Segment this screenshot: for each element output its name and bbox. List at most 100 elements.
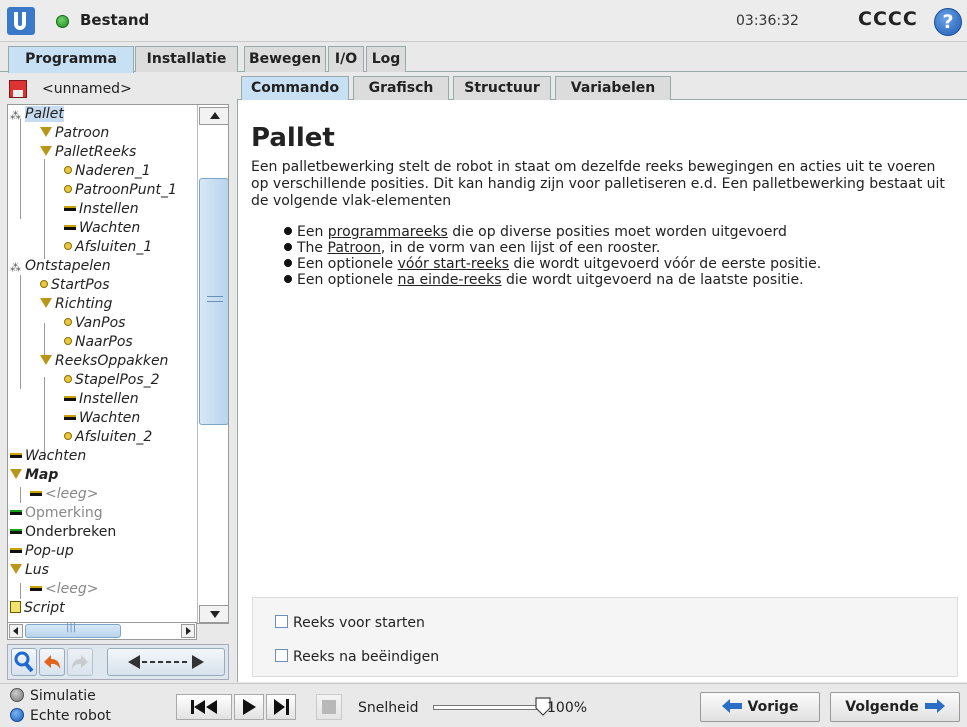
tree-node[interactable]: NaarPos bbox=[64, 333, 133, 352]
tree-node[interactable]: ⁂ Pallet bbox=[10, 105, 64, 124]
real-robot-radio[interactable] bbox=[10, 708, 24, 722]
tree-node[interactable]: Pop-up bbox=[10, 542, 74, 561]
tab-structuur[interactable]: Structuur bbox=[453, 76, 551, 100]
search-button[interactable] bbox=[11, 648, 37, 676]
list-item: The Patroon, in de vorm van een lijst of… bbox=[284, 240, 821, 256]
program-tree-panel: ⁂ Pallet Patroon PalletReeks Naderen_1 Pa… bbox=[7, 104, 229, 624]
scroll-down-button[interactable] bbox=[199, 605, 228, 623]
command-panel: Pallet Een palletbewerking stelt de robo… bbox=[237, 100, 967, 682]
after-end-link[interactable]: na einde-reeks bbox=[398, 272, 502, 288]
scroll-right-button[interactable] bbox=[181, 624, 195, 638]
program-tree[interactable]: ⁂ Pallet Patroon PalletReeks Naderen_1 Pa… bbox=[8, 105, 196, 623]
tab-variabelen[interactable]: Variabelen bbox=[555, 76, 671, 100]
stop-icon bbox=[322, 700, 336, 714]
tab-grafisch[interactable]: Grafisch bbox=[353, 76, 449, 100]
tree-node[interactable]: Patroon bbox=[40, 124, 109, 143]
help-button[interactable]: ? bbox=[934, 8, 962, 36]
tree-node[interactable]: Lus bbox=[10, 561, 49, 580]
after-end-option[interactable]: Reeks na beëindigen bbox=[275, 649, 439, 667]
tree-node[interactable]: Instellen bbox=[64, 200, 139, 219]
bullet-icon bbox=[284, 275, 292, 283]
tab-commando[interactable]: Commando bbox=[241, 76, 349, 100]
sequence-options: Reeks voor starten Reeks na beëindigen bbox=[252, 597, 958, 677]
redo-button[interactable] bbox=[67, 648, 93, 676]
after-end-checkbox[interactable] bbox=[275, 649, 288, 662]
page-title: Pallet bbox=[251, 123, 335, 153]
rewind-button[interactable] bbox=[176, 694, 232, 720]
tree-node[interactable]: Wachten bbox=[10, 447, 86, 466]
tree-node[interactable]: ReeksOppakken bbox=[40, 352, 168, 371]
move-arrows-icon bbox=[128, 655, 204, 669]
tree-node[interactable]: Naderen_1 bbox=[64, 162, 151, 181]
play-button[interactable] bbox=[234, 694, 264, 720]
step-button[interactable] bbox=[266, 694, 296, 720]
ur-logo-icon bbox=[7, 7, 35, 35]
scroll-left-button[interactable] bbox=[9, 624, 23, 638]
tree-node[interactable]: Instellen bbox=[64, 390, 139, 409]
waypoint-icon bbox=[40, 280, 48, 288]
tab-log[interactable]: Log bbox=[366, 46, 406, 72]
program-sequence-link[interactable]: programmareeks bbox=[328, 224, 448, 240]
waypoint-icon bbox=[64, 185, 72, 193]
tree-node[interactable]: <leeg> bbox=[30, 485, 98, 504]
undo-button[interactable] bbox=[39, 648, 65, 676]
scroll-thumb[interactable] bbox=[199, 178, 228, 425]
speed-slider[interactable] bbox=[433, 705, 543, 710]
tree-node[interactable]: VanPos bbox=[64, 314, 125, 333]
list-item: Een programmareeks die op diverse positi… bbox=[284, 224, 821, 240]
scroll-up-button[interactable] bbox=[199, 107, 228, 125]
halt-icon bbox=[10, 529, 22, 534]
popup-icon bbox=[10, 548, 22, 553]
tree-node[interactable]: Afsluiten_1 bbox=[64, 238, 152, 257]
stop-button[interactable] bbox=[316, 694, 342, 720]
tree-node[interactable]: Wachten bbox=[64, 409, 140, 428]
tab-bewegen[interactable]: Bewegen bbox=[244, 46, 326, 72]
simulation-radio[interactable] bbox=[10, 688, 24, 702]
tab-programma[interactable]: Programma bbox=[8, 46, 134, 73]
tree-node[interactable]: StapelPos_2 bbox=[64, 371, 160, 390]
speed-value: 100% bbox=[547, 700, 588, 716]
tree-node[interactable]: Richting bbox=[40, 295, 112, 314]
description: Een palletbewerking stelt de robot in st… bbox=[251, 159, 945, 209]
file-menu[interactable]: Bestand bbox=[80, 11, 149, 29]
pattern-link[interactable]: Patroon bbox=[328, 240, 381, 256]
tree-node[interactable]: Script bbox=[10, 599, 65, 618]
tree-node[interactable]: Map bbox=[10, 466, 58, 485]
empty-icon bbox=[30, 491, 42, 496]
wait-icon bbox=[10, 453, 22, 458]
speed-label: Snelheid bbox=[358, 700, 419, 716]
next-button[interactable]: Volgende bbox=[830, 692, 960, 722]
before-start-link[interactable]: vóór start-reeks bbox=[398, 256, 509, 272]
save-icon[interactable] bbox=[9, 80, 27, 98]
previous-button[interactable]: Vorige bbox=[700, 692, 820, 722]
simulation-option[interactable]: Simulatie bbox=[10, 688, 96, 704]
tree-node[interactable]: Wachten bbox=[64, 219, 140, 238]
tab-io[interactable]: I/O bbox=[328, 46, 364, 72]
loop-icon bbox=[10, 564, 22, 574]
tree-horizontal-scrollbar[interactable] bbox=[7, 622, 197, 640]
tree-node[interactable]: Afsluiten_2 bbox=[64, 428, 152, 447]
tree-node[interactable]: ⁂ Ontstapelen bbox=[10, 257, 111, 276]
list-item: Een optionele na einde-reeks die wordt u… bbox=[284, 272, 821, 288]
tab-installatie[interactable]: Installatie bbox=[135, 46, 238, 72]
empty-icon bbox=[30, 586, 42, 591]
waypoint-icon bbox=[64, 375, 72, 383]
tree-vertical-scrollbar[interactable] bbox=[197, 105, 228, 623]
list-item: Een optionele vóór start-reeks die wordt… bbox=[284, 256, 821, 272]
bullet-icon bbox=[284, 259, 292, 267]
before-start-checkbox[interactable] bbox=[275, 615, 288, 628]
tree-node[interactable]: PalletReeks bbox=[40, 143, 136, 162]
comment-icon bbox=[10, 510, 22, 515]
tree-node[interactable]: <leeg> bbox=[30, 580, 98, 599]
move-node-button[interactable] bbox=[107, 648, 225, 676]
tree-node[interactable]: PatroonPunt_1 bbox=[64, 181, 177, 200]
folder-icon bbox=[10, 469, 22, 479]
before-start-option[interactable]: Reeks voor starten bbox=[275, 615, 425, 633]
tree-node[interactable]: Onderbreken bbox=[10, 523, 116, 542]
tree-node[interactable]: StartPos bbox=[40, 276, 110, 295]
tree-node[interactable]: Opmerking bbox=[10, 504, 103, 523]
real-robot-option[interactable]: Echte robot bbox=[10, 708, 111, 724]
scroll-thumb[interactable] bbox=[25, 622, 121, 638]
arrow-up-icon bbox=[210, 112, 220, 119]
title-bar: Bestand 03:36:32 CCCC ? bbox=[0, 0, 967, 42]
